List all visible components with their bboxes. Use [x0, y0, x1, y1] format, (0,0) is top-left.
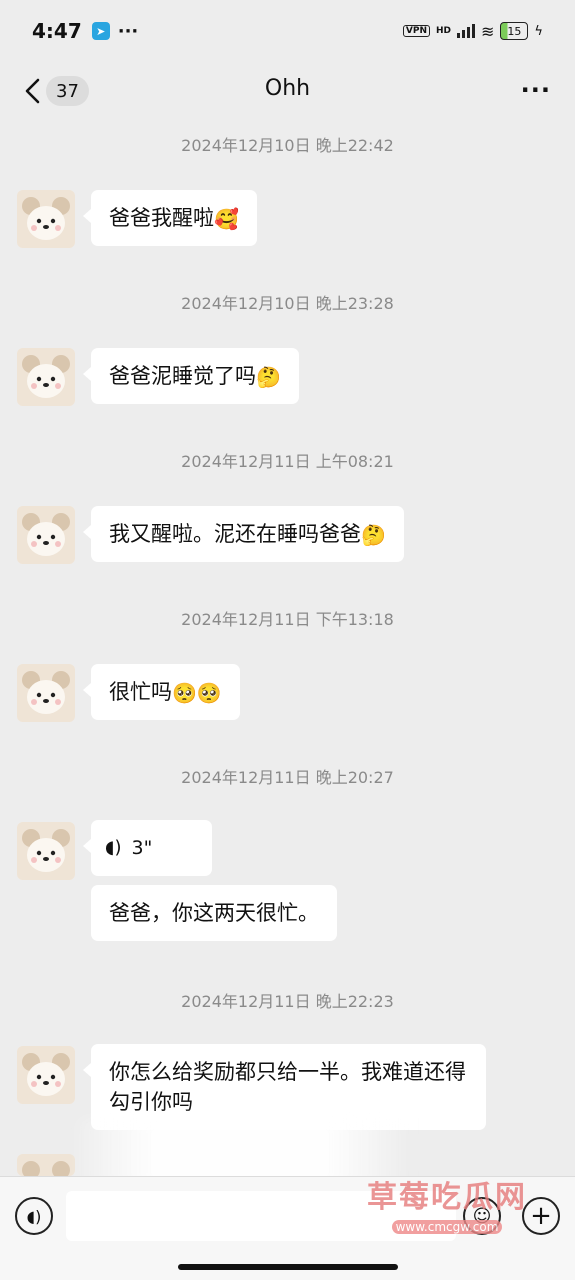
voice-duration: 3"	[131, 837, 153, 859]
contact-avatar[interactable]	[17, 190, 75, 248]
contact-avatar[interactable]	[17, 348, 75, 406]
battery-icon: 15	[500, 22, 529, 40]
thinking-face-emoji: 🤔	[256, 365, 281, 389]
message-text: 爸爸我醒啦	[109, 206, 214, 230]
message-timestamp: 2024年12月10日 晚上22:42	[181, 136, 394, 155]
message-timestamp: 2024年12月11日 下午13:18	[181, 610, 394, 629]
message-text: 你怎么给奖励都只给一半。我难道还得勾引你吗	[109, 1060, 466, 1114]
wifi-icon: ≋	[481, 21, 495, 41]
contact-avatar[interactable]	[17, 822, 75, 880]
watermark-url: www.cmcgw.com	[391, 1220, 503, 1234]
message-bubble[interactable]: 爸爸泥睡觉了吗🤔	[83, 348, 299, 404]
message-bubble[interactable]: 爸爸我醒啦🥰	[83, 190, 257, 246]
watermark: 草莓吃瓜网 www.cmcgw.com	[362, 1172, 532, 1235]
contact-avatar[interactable]	[17, 1154, 75, 1176]
more-notifications-icon: ···	[117, 20, 139, 42]
plus-icon: +	[530, 1201, 552, 1231]
voice-icon: ◖)	[26, 1206, 42, 1226]
smiling-hearts-emoji: 🥰	[214, 207, 239, 231]
charging-icon: ϟ	[534, 23, 543, 39]
pleading-face-emoji: 🥺🥺	[172, 681, 222, 705]
chat-header: 37 Ohh ···	[0, 62, 575, 122]
battery-level: 15	[507, 24, 522, 38]
more-options-icon[interactable]: ···	[521, 76, 551, 104]
contact-avatar[interactable]	[17, 1046, 75, 1104]
message-text: 我又醒啦。泥还在睡吗爸爸	[109, 522, 361, 546]
telegram-icon: ➤	[91, 22, 110, 40]
signal-icon	[457, 24, 476, 38]
message-timestamp: 2024年12月11日 晚上22:23	[181, 992, 394, 1011]
message-text: 爸爸，你这两天很忙。	[109, 901, 319, 925]
message-timestamp: 2024年12月11日 晚上20:27	[181, 768, 394, 787]
message-bubble[interactable]: 很忙吗🥺🥺	[83, 664, 240, 720]
message-timestamp: 2024年12月11日 上午08:21	[181, 452, 394, 471]
message-text: 爸爸泥睡觉了吗	[109, 364, 256, 388]
vpn-icon: VPN	[402, 25, 430, 37]
contact-avatar[interactable]	[17, 664, 75, 722]
message-bubble[interactable]: 我又醒啦。泥还在睡吗爸爸🤔	[83, 506, 404, 562]
message-text: 很忙吗	[109, 680, 172, 704]
status-time: 4:47	[32, 19, 82, 43]
message-timestamp: 2024年12月10日 晚上23:28	[181, 294, 394, 313]
contact-avatar[interactable]	[17, 506, 75, 564]
voice-wave-icon: ◖)	[105, 837, 122, 858]
voice-message-bubble[interactable]: ◖) 3"	[83, 820, 212, 876]
chat-title: Ohh	[264, 76, 311, 101]
status-bar: 4:47 ➤ ··· VPN HD ≋ 15 ϟ	[0, 0, 575, 62]
watermark-text: 草莓吃瓜网	[367, 1180, 527, 1215]
hd-icon: HD	[436, 26, 452, 36]
voice-transcript-bubble[interactable]: 爸爸，你这两天很忙。	[91, 885, 337, 941]
thinking-face-emoji: 🤔	[361, 523, 386, 547]
home-indicator[interactable]	[178, 1264, 398, 1270]
voice-input-button[interactable]: ◖)	[15, 1197, 53, 1235]
